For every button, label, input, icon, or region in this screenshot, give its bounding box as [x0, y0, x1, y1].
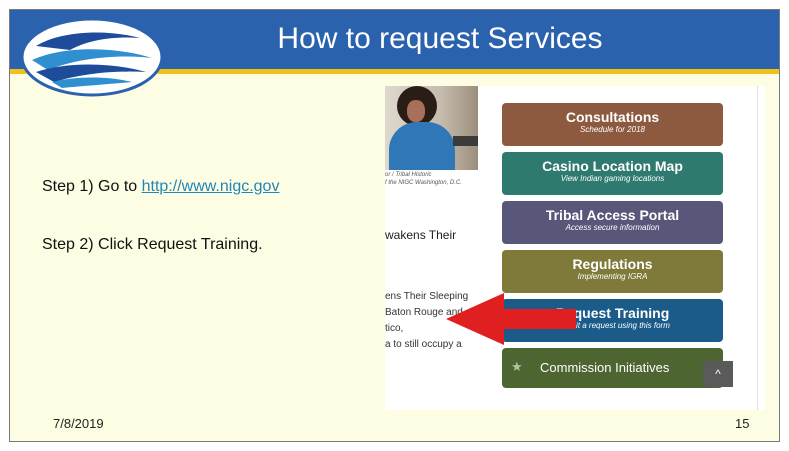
- article-photo: [385, 86, 478, 170]
- casino-map-title: Casino Location Map: [542, 158, 683, 174]
- commission-initiatives-title: Commission Initiatives: [540, 360, 670, 375]
- caption-line-1: or / Tribal Historic: [385, 172, 432, 178]
- website-screenshot: or / Tribal Historic f the NIGC Washingt…: [385, 86, 765, 410]
- casino-map-subtitle: View Indian gaming locations: [560, 174, 665, 183]
- star-icon: ★: [511, 359, 523, 374]
- portal-title: Tribal Access Portal: [545, 207, 680, 223]
- consultations-subtitle: Schedule for 2018: [580, 125, 645, 134]
- consultations-title: Consultations: [565, 109, 660, 125]
- slide: How to request Services Step 1) Go to ht…: [9, 9, 780, 442]
- photo-caption: or / Tribal Historic f the NIGC Washingt…: [385, 171, 485, 187]
- nigc-logo: [20, 17, 164, 97]
- nigc-link[interactable]: http://www.nigc.gov: [142, 178, 280, 195]
- regulations-subtitle: Implementing IGRA: [577, 272, 648, 281]
- article-headline[interactable]: wakens Their: [385, 228, 456, 242]
- portal-subtitle: Access secure information: [565, 223, 660, 232]
- commission-initiatives-button[interactable]: ★ Commission Initiatives: [502, 348, 723, 388]
- step-1: Step 1) Go to http://www.nigc.gov: [42, 178, 279, 196]
- step-2: Step 2) Click Request Training.: [42, 236, 263, 253]
- casino-location-map-button[interactable]: Casino Location Map View Indian gaming l…: [502, 152, 723, 195]
- pointer-arrow-icon: [446, 293, 576, 345]
- caption-line-2: f the NIGC Washington, D.C.: [385, 180, 462, 186]
- footer-date: 7/8/2019: [53, 416, 104, 431]
- article-column: or / Tribal Historic f the NIGC Washingt…: [385, 86, 485, 410]
- article-body-line: tico,: [385, 323, 404, 334]
- slide-title: How to request Services: [277, 22, 603, 55]
- chevron-up-icon: ^: [715, 367, 721, 381]
- step-1-text: Step 1) Go to: [42, 178, 142, 195]
- regulations-title: Regulations: [572, 256, 653, 272]
- scrollbar-track[interactable]: [757, 86, 758, 410]
- regulations-button[interactable]: Regulations Implementing IGRA: [502, 250, 723, 293]
- slide-number: 15: [735, 416, 750, 431]
- tribal-access-portal-button[interactable]: Tribal Access Portal Access secure infor…: [502, 201, 723, 244]
- scroll-to-top-button[interactable]: ^: [703, 361, 733, 387]
- consultations-button[interactable]: Consultations Schedule for 2018: [502, 103, 723, 146]
